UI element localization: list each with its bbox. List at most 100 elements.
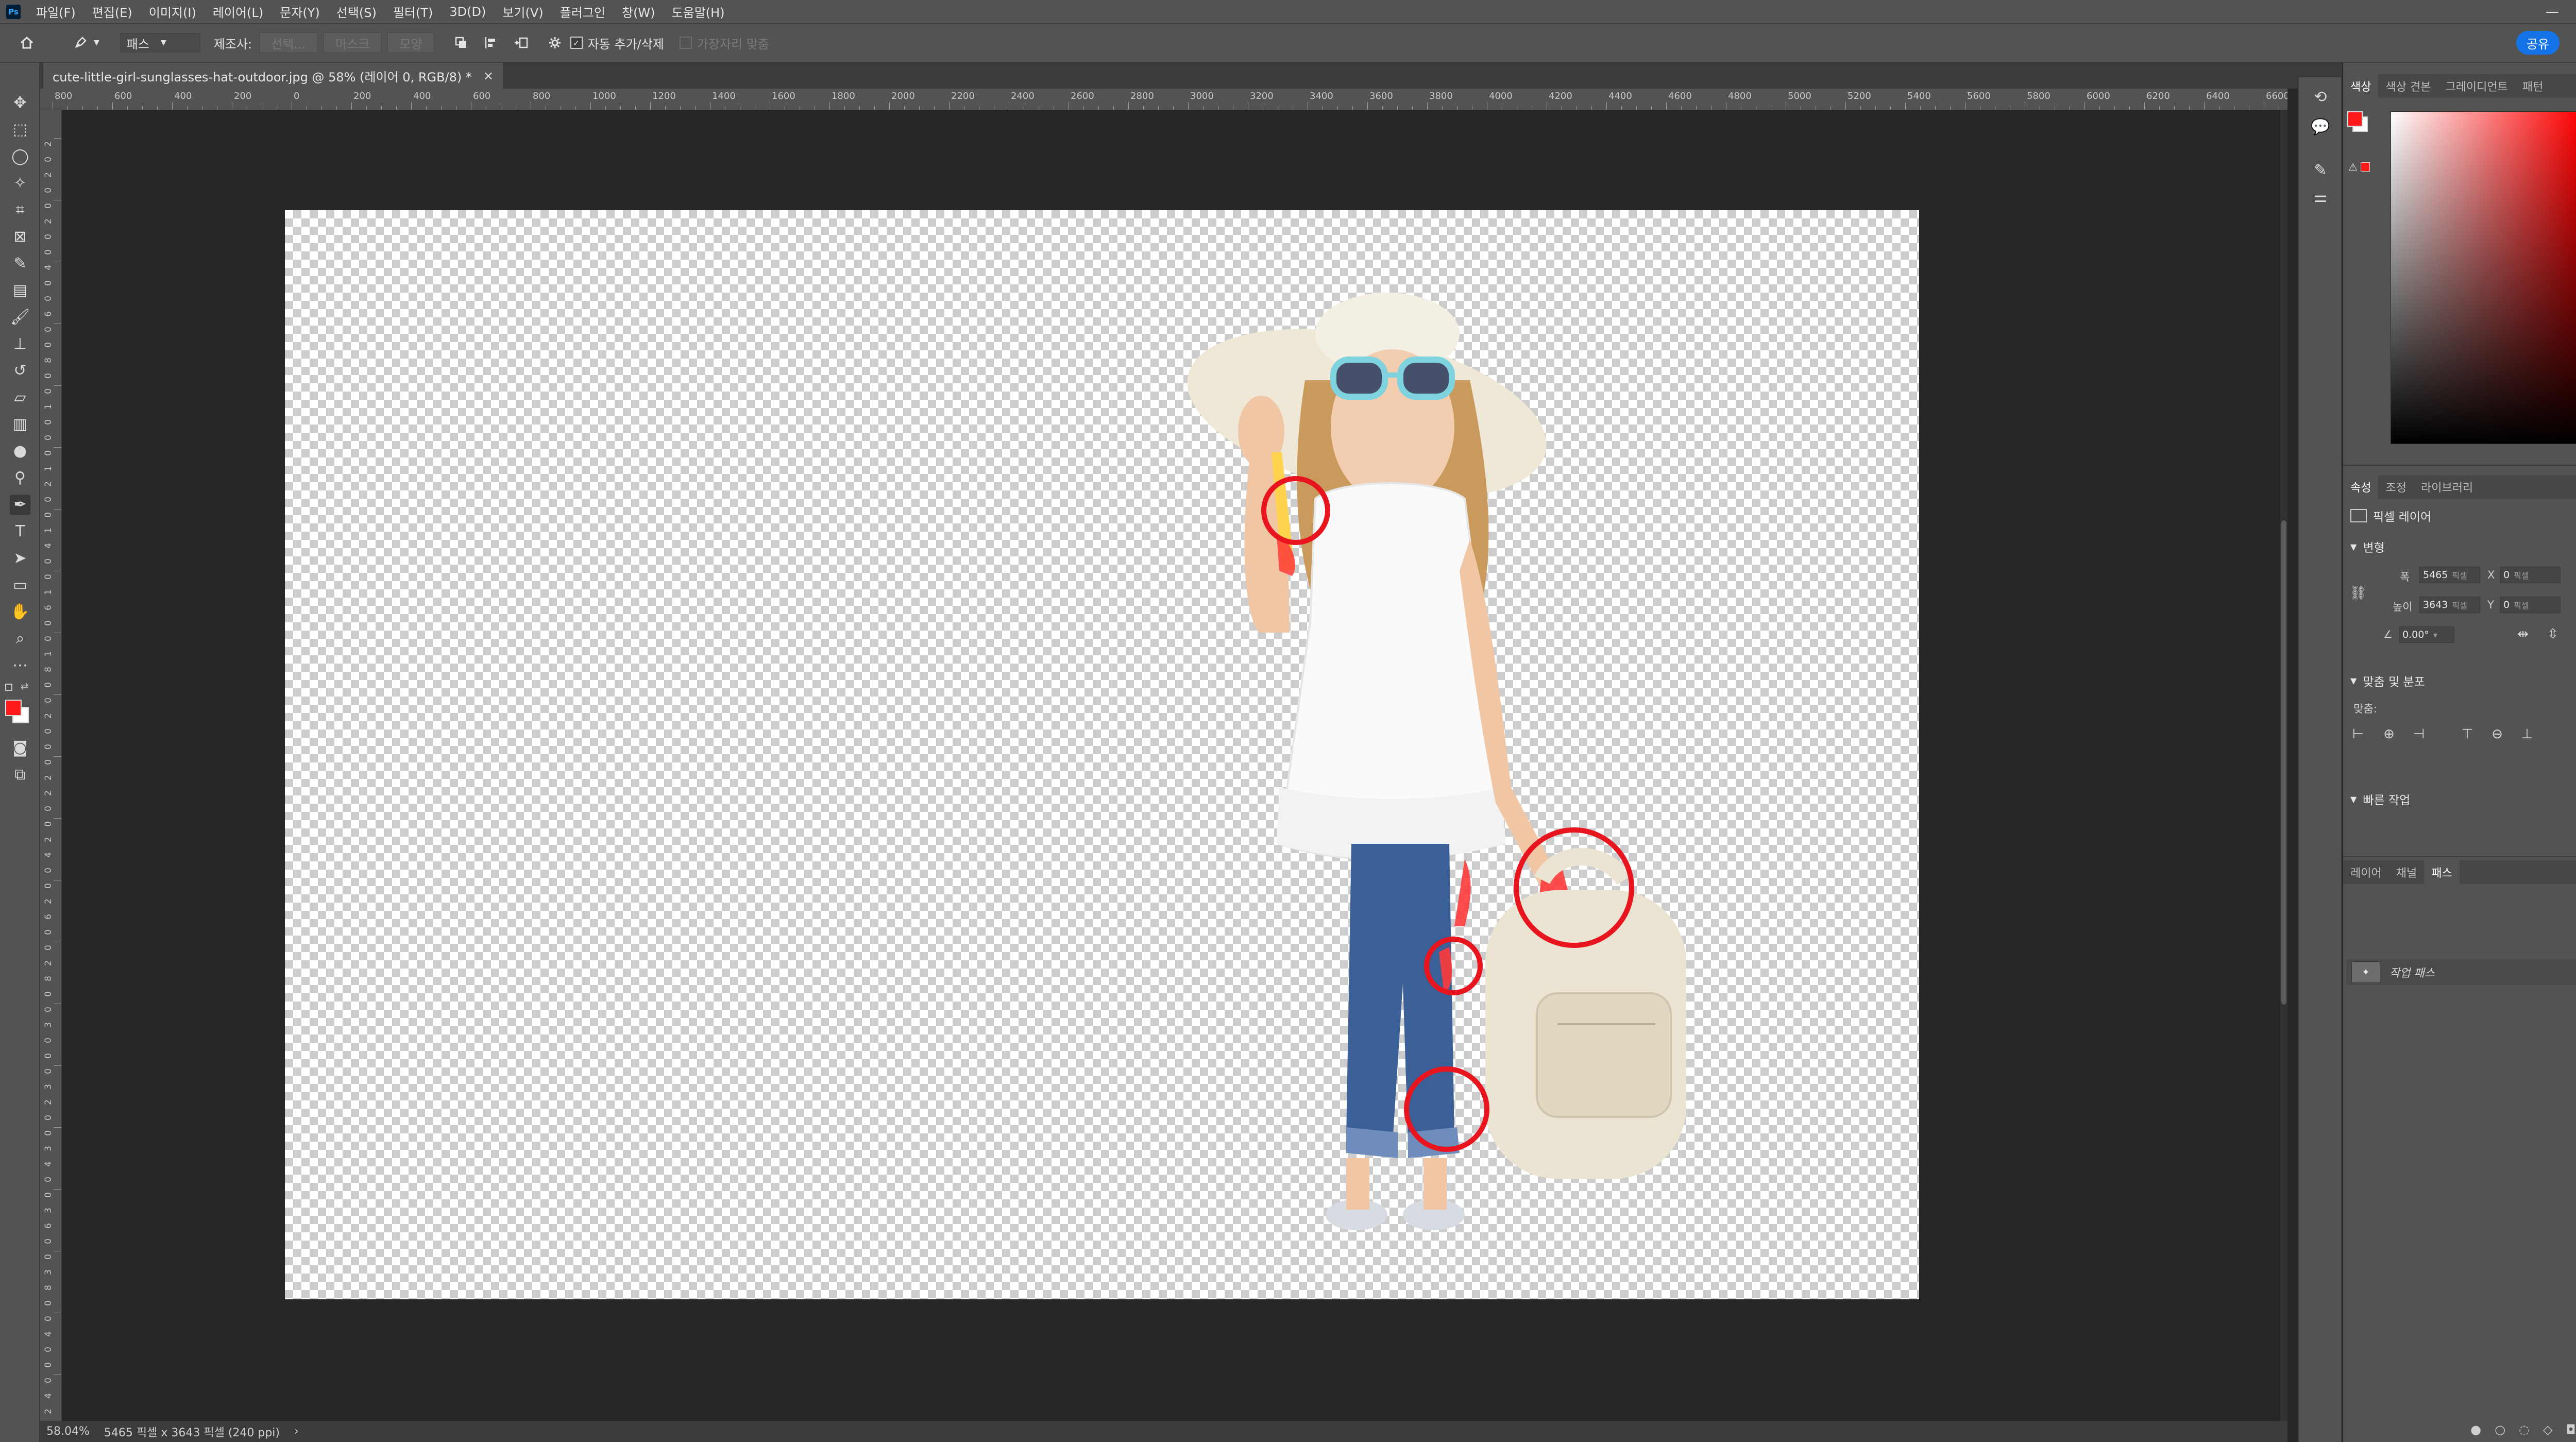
gamut-color-swatch[interactable] <box>2361 162 2370 172</box>
pen-mode-select[interactable]: 패스 ▼ <box>120 33 200 53</box>
frame-tool-icon[interactable]: ⊠ <box>10 227 30 247</box>
gradient-tool-icon[interactable]: ▥ <box>10 414 30 435</box>
quick-actions-section[interactable]: ▼ 빠른 작업 <box>2350 790 2410 808</box>
tab-swatches[interactable]: 색상 견본 <box>2378 74 2438 98</box>
close-icon[interactable]: × <box>483 69 494 83</box>
history-brush-tool-icon[interactable]: ↺ <box>10 361 30 381</box>
eyedropper-tool-icon[interactable]: ✎ <box>10 253 30 274</box>
align-right-edges-icon[interactable]: ⊣ <box>2410 725 2428 743</box>
share-button[interactable]: 공유 <box>2516 31 2560 55</box>
lasso-tool-icon[interactable]: ◯ <box>10 146 30 167</box>
align-vertical-centers-icon[interactable]: ⊖ <box>2488 725 2506 743</box>
tab-libraries[interactable]: 라이브러리 <box>2414 475 2480 499</box>
flip-vertical-icon[interactable]: ⇳ <box>2544 625 2562 643</box>
height-field[interactable]: 3643 픽셀 <box>2419 597 2480 613</box>
menu-image[interactable]: 이미지(I) <box>141 3 205 21</box>
menu-view[interactable]: 보기(V) <box>494 3 551 21</box>
quick-mask-icon[interactable]: ◙ <box>10 738 30 758</box>
brush-settings-icon[interactable]: ✎ <box>2310 160 2331 180</box>
tab-adjustments[interactable]: 조정 <box>2378 475 2413 499</box>
status-menu-arrow[interactable]: › <box>294 1425 299 1438</box>
blur-tool-icon[interactable]: ● <box>10 441 30 462</box>
path-alignment-icon[interactable] <box>480 31 502 54</box>
align-bottom-edges-icon[interactable]: ⊥ <box>2518 725 2536 743</box>
document-canvas[interactable] <box>285 210 1919 1299</box>
home-icon[interactable] <box>15 31 38 54</box>
tab-paths[interactable]: 패스 <box>2424 860 2460 884</box>
move-tool-icon[interactable]: ✥ <box>10 93 30 113</box>
hand-tool-icon[interactable]: ✋ <box>10 602 30 622</box>
tab-layers[interactable]: 레이어 <box>2343 860 2389 884</box>
comments-icon[interactable]: 💬 <box>2310 116 2331 137</box>
vertical-scroll-thumb[interactable] <box>2281 520 2286 1005</box>
magic-wand-tool-icon[interactable]: ✧ <box>10 173 30 194</box>
swap-colors-icon[interactable]: ⇄ <box>21 681 28 692</box>
align-top-edges-icon[interactable]: ⊤ <box>2459 725 2476 743</box>
path-operations-icon[interactable] <box>450 31 472 54</box>
stroke-path-icon[interactable]: ○ <box>2495 1422 2505 1437</box>
color-picker-field[interactable] <box>2391 111 2576 444</box>
zoom-level[interactable]: 58.04% <box>46 1425 90 1438</box>
angle-field[interactable]: 0.00° ▾ <box>2399 626 2454 643</box>
flip-horizontal-icon[interactable]: ⇹ <box>2514 625 2532 643</box>
tab-color[interactable]: 색상 <box>2343 74 2379 98</box>
panel-foreground-swatch[interactable] <box>2347 111 2363 127</box>
menu-3d[interactable]: 3D(D) <box>441 5 494 19</box>
make-shape-button[interactable]: 모양 <box>387 32 434 53</box>
align-left-edges-icon[interactable]: ⊢ <box>2349 725 2367 743</box>
brush-tool-icon[interactable]: 🖌 <box>10 307 30 328</box>
path-list-item[interactable]: ✦ 작업 패스 <box>2346 959 2576 985</box>
menu-plugins[interactable]: 플러그인 <box>552 3 614 21</box>
menu-filter[interactable]: 필터(T) <box>385 3 442 21</box>
transform-section[interactable]: ▼ 변형 <box>2350 538 2385 555</box>
path-selection-tool-icon[interactable]: ➤ <box>10 548 30 569</box>
menu-type[interactable]: 문자(Y) <box>272 3 328 21</box>
type-tool-icon[interactable]: T <box>10 521 30 542</box>
fill-path-icon[interactable]: ● <box>2470 1422 2481 1437</box>
chevron-down-icon[interactable]: ▼ <box>94 39 99 47</box>
crop-tool-icon[interactable]: ⌗ <box>10 200 30 220</box>
path-arrangement-icon[interactable] <box>510 31 532 54</box>
tab-gradients[interactable]: 그레이디언트 <box>2438 74 2515 98</box>
eraser-tool-icon[interactable]: ▱ <box>10 387 30 408</box>
menu-select[interactable]: 선택(S) <box>328 3 385 21</box>
auto-add-delete-option[interactable]: ✓ 자동 추가/삭제 <box>570 34 664 52</box>
x-field[interactable]: 0 픽셀 <box>2500 567 2561 583</box>
tab-patterns[interactable]: 패턴 <box>2515 74 2550 98</box>
width-field[interactable]: 5465 픽셀 <box>2419 567 2480 583</box>
align-distribute-section[interactable]: ▼ 맞춤 및 분포 <box>2350 672 2425 689</box>
default-colors-icon[interactable] <box>5 684 12 691</box>
menu-file[interactable]: 파일(F) <box>28 3 84 21</box>
menu-window[interactable]: 창(W) <box>614 3 664 21</box>
rectangle-tool-icon[interactable]: ▭ <box>10 575 30 596</box>
zoom-tool-icon[interactable]: ⌕ <box>10 629 30 649</box>
document-tab[interactable]: cute-little-girl-sunglasses-hat-outdoor.… <box>43 63 503 89</box>
add-mask-icon[interactable]: ◘ <box>2566 1422 2575 1437</box>
history-icon[interactable]: ⟲ <box>2310 87 2331 107</box>
link-icon[interactable]: ⛓ <box>2349 584 2367 602</box>
align-edges-checkbox[interactable] <box>679 37 692 49</box>
load-selection-icon[interactable]: ◌ <box>2519 1422 2530 1437</box>
minimize-button[interactable]: — <box>2546 4 2559 20</box>
auto-add-delete-checkbox[interactable]: ✓ <box>570 37 583 49</box>
screen-mode-icon[interactable]: ⧉ <box>10 765 30 785</box>
align-edges-option[interactable]: 가장자리 맞춤 <box>679 34 769 52</box>
marquee-tool-icon[interactable]: ⬚ <box>10 120 30 140</box>
menu-layer[interactable]: 레이어(L) <box>205 3 272 21</box>
pen-tool-icon[interactable]: ✒ <box>10 495 30 515</box>
dodge-tool-icon[interactable]: ⚲ <box>10 468 30 488</box>
make-work-path-icon[interactable]: ◇ <box>2543 1422 2552 1437</box>
make-mask-button[interactable]: 마스크 <box>324 32 382 53</box>
gear-icon[interactable] <box>544 31 566 54</box>
edit-toolbar-icon[interactable]: ⋯ <box>10 655 30 676</box>
align-horizontal-centers-icon[interactable]: ⊕ <box>2380 725 2398 743</box>
adjustments-icon[interactable]: ⚌ <box>2310 186 2331 207</box>
tab-channels[interactable]: 채널 <box>2389 860 2424 884</box>
foreground-color-swatch[interactable] <box>5 700 22 716</box>
make-selection-button[interactable]: 선택... <box>259 32 318 53</box>
pen-tool-preset-icon[interactable] <box>69 31 92 54</box>
healing-brush-tool-icon[interactable]: ▤ <box>10 280 30 301</box>
y-field[interactable]: 0 픽셀 <box>2500 597 2561 613</box>
tab-properties[interactable]: 속성 <box>2343 475 2379 499</box>
clone-stamp-tool-icon[interactable]: ⊥ <box>10 334 30 354</box>
